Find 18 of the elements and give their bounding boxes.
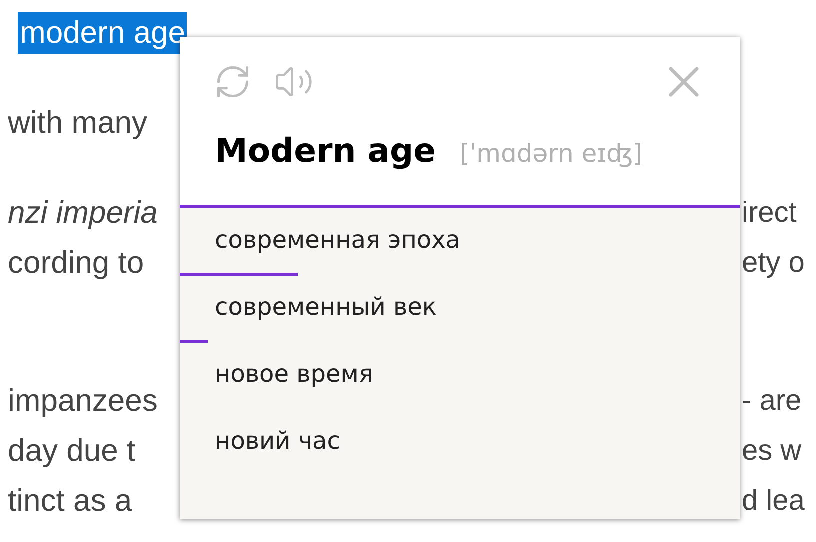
translation-item[interactable]: современный век	[180, 275, 437, 321]
text-line: ety o	[742, 246, 805, 280]
translation-item[interactable]: новое время	[180, 342, 374, 388]
text-line: d lea	[742, 484, 805, 518]
text-line: impanzees	[8, 383, 158, 419]
selected-text: modern age	[18, 12, 188, 54]
text-line: - are	[742, 384, 802, 418]
word-title: Modern age	[215, 131, 436, 170]
text-line: nzi imperia	[8, 195, 158, 231]
text-line: irect	[742, 196, 797, 230]
translation-item[interactable]: новий час	[180, 409, 340, 455]
text-line: day due t	[8, 433, 136, 469]
text-line: es w	[742, 434, 802, 468]
text-line: cording to	[8, 245, 144, 281]
text-line: with many	[8, 105, 148, 141]
text-line: tinct as a	[8, 483, 132, 519]
transcription: [ˈmɑdərn eɪʤ]	[460, 139, 643, 168]
translation-item[interactable]: современная эпоха	[180, 208, 461, 254]
